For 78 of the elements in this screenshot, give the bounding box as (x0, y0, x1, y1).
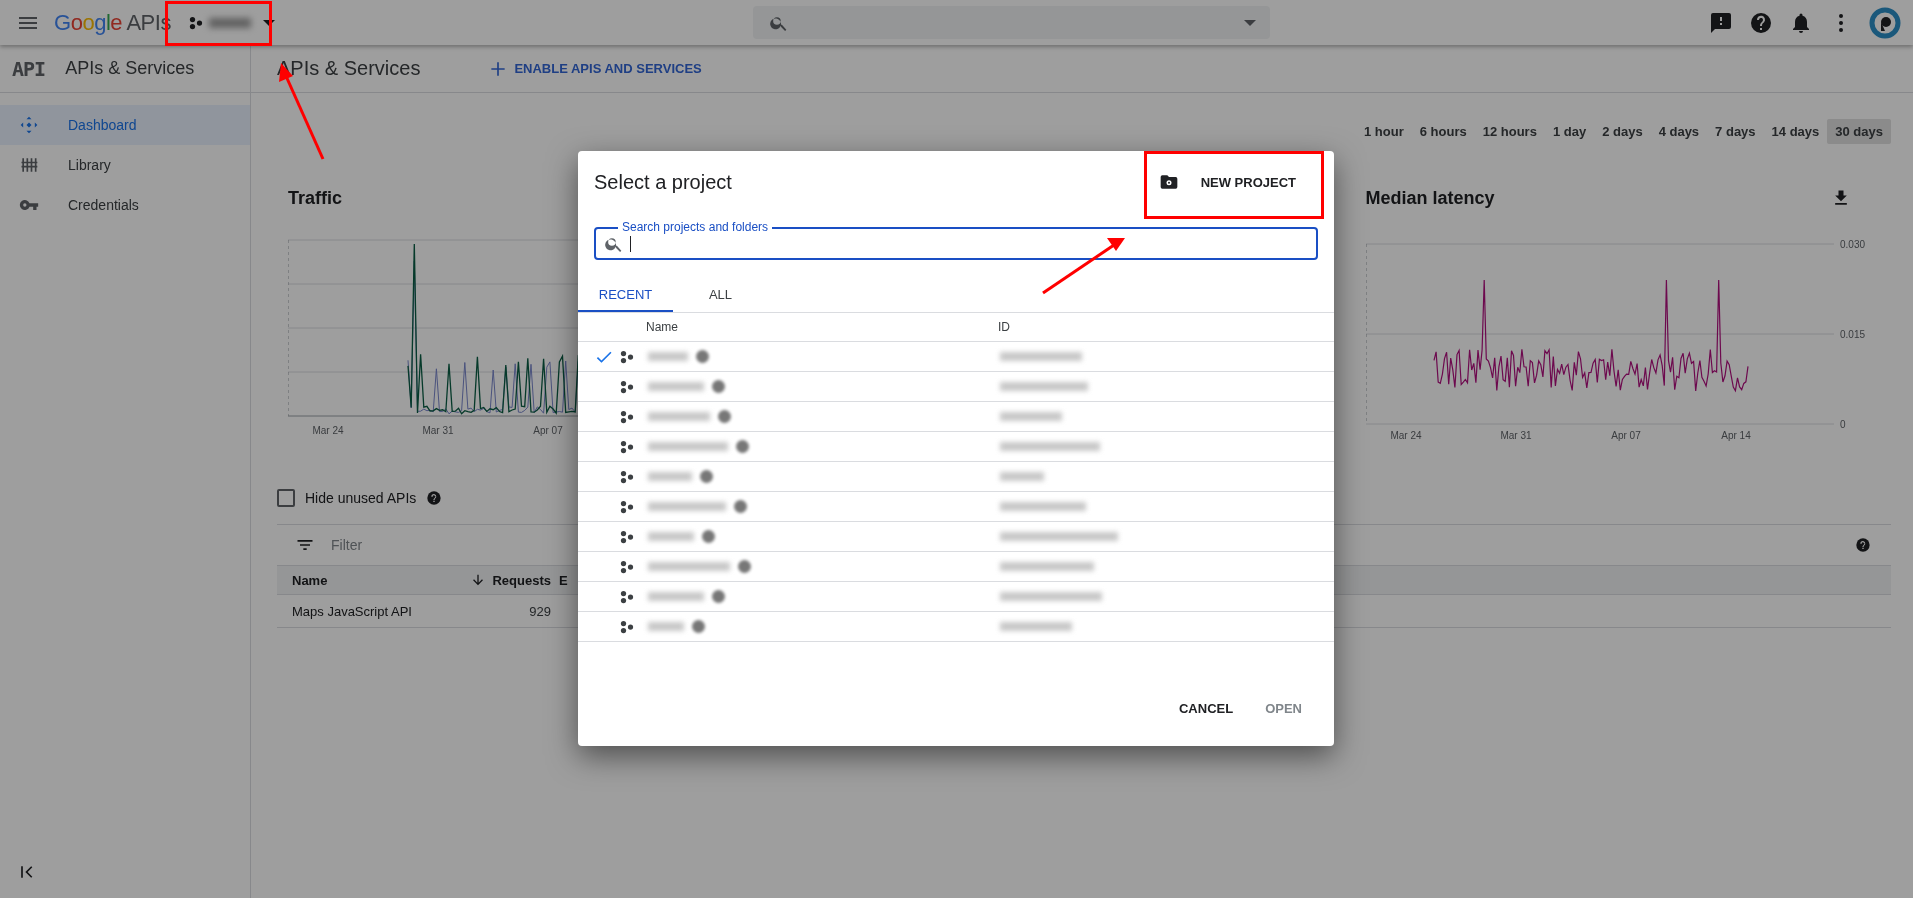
blurred-icon (712, 380, 725, 393)
time-range-button[interactable]: 2 days (1594, 119, 1651, 144)
axis-label: Apr 07 (533, 425, 563, 436)
caret-icon (262, 19, 275, 26)
caret-icon[interactable] (1243, 19, 1256, 26)
column-header[interactable]: Name (277, 572, 437, 588)
checkbox[interactable] (277, 489, 295, 507)
api-logo: API (12, 56, 46, 81)
sidebar-item[interactable]: Library (0, 145, 250, 185)
dot-cluster-icon (620, 439, 634, 454)
time-range-button[interactable]: 14 days (1763, 119, 1828, 144)
enable-apis-button[interactable]: ENABLE APIS AND SERVICES (480, 52, 710, 85)
search-field[interactable] (752, 6, 1270, 39)
time-range-button[interactable]: 1 day (1544, 119, 1595, 144)
blurred-icon (736, 440, 749, 453)
time-range-button[interactable]: 12 hours (1474, 119, 1545, 144)
sidebar-item[interactable]: Credentials (0, 185, 250, 225)
axis-label: Mar 31 (1499, 430, 1532, 441)
checkbox-label: Hide unused APIs (305, 490, 417, 506)
dot-cluster-icon (620, 499, 634, 514)
sidebar-title: APIs & Services (65, 58, 195, 79)
dot-cluster-icon (620, 619, 634, 634)
time-range-button[interactable]: 4 days (1650, 119, 1708, 144)
avatar-icon[interactable] (1869, 6, 1901, 39)
column-header: ID (998, 320, 1010, 334)
dialog-button[interactable]: CANCEL (1167, 691, 1246, 726)
blurred-icon (700, 470, 713, 483)
axis-label: Mar 24 (312, 425, 344, 436)
blurred-icon (702, 530, 715, 543)
axis-label: 0 (1839, 419, 1846, 430)
axis-label: Mar 24 (1389, 430, 1422, 441)
feedback-icon[interactable] (1709, 10, 1733, 35)
folder-gear-icon (1158, 172, 1179, 192)
axis-label: Apr 14 (1720, 430, 1751, 441)
column-header[interactable]: Requests (492, 572, 551, 588)
time-range-button[interactable]: 6 hours (1411, 119, 1475, 144)
blurred-project-name (208, 17, 251, 28)
library-icon (19, 155, 39, 175)
dot-cluster-icon (188, 15, 203, 30)
dot-cluster-icon (620, 379, 634, 394)
sidebar-item[interactable]: Dashboard (0, 105, 250, 145)
dot-cluster-icon (620, 469, 634, 484)
blurred-project-id (1000, 412, 1062, 421)
dot-cluster-icon (620, 559, 634, 574)
blurred-icon (696, 350, 709, 363)
blurred-icon (718, 410, 731, 423)
help-icon[interactable] (1855, 537, 1871, 553)
blurred-icon (692, 620, 705, 633)
table-cell-text: 929 (528, 603, 551, 619)
chart-title: Traffic (288, 187, 343, 210)
column-header[interactable]: E (559, 572, 568, 588)
axis-label: 0.030 (1839, 239, 1865, 250)
axis-label: Mar 31 (422, 425, 454, 436)
axis-label: Apr 07 (1610, 430, 1641, 441)
tab[interactable]: ALL (673, 278, 768, 312)
time-range-button[interactable]: 7 days (1707, 119, 1764, 144)
blurred-icon (734, 500, 747, 513)
axis-label: 0.015 (1839, 329, 1865, 340)
dot-cluster-icon (620, 349, 634, 364)
dot-cluster-icon (620, 589, 634, 604)
help-icon[interactable] (1749, 10, 1773, 35)
help-icon[interactable] (426, 490, 443, 506)
filter-field[interactable]: Filter (329, 536, 533, 554)
dot-cluster-icon (620, 409, 634, 424)
diamond-arrows-icon (19, 115, 39, 135)
time-range-button[interactable]: 30 days (1827, 119, 1891, 144)
blurred-icon (712, 590, 725, 603)
blurred-project-id (1000, 622, 1072, 631)
blurred-icon (738, 560, 751, 573)
time-range-button[interactable]: 1 hour (1356, 119, 1412, 144)
dot-cluster-icon (620, 529, 634, 544)
column-header: Name (646, 320, 679, 334)
new-project-button[interactable]: NEW PROJECT (1144, 164, 1310, 200)
blurred-project-id (1000, 472, 1044, 481)
chart-title: Median latency (1365, 187, 1495, 210)
table-cell[interactable]: Maps JavaScript API (277, 603, 437, 619)
dialog-title: Select a project (594, 170, 732, 194)
tab[interactable]: RECENT (578, 278, 673, 312)
